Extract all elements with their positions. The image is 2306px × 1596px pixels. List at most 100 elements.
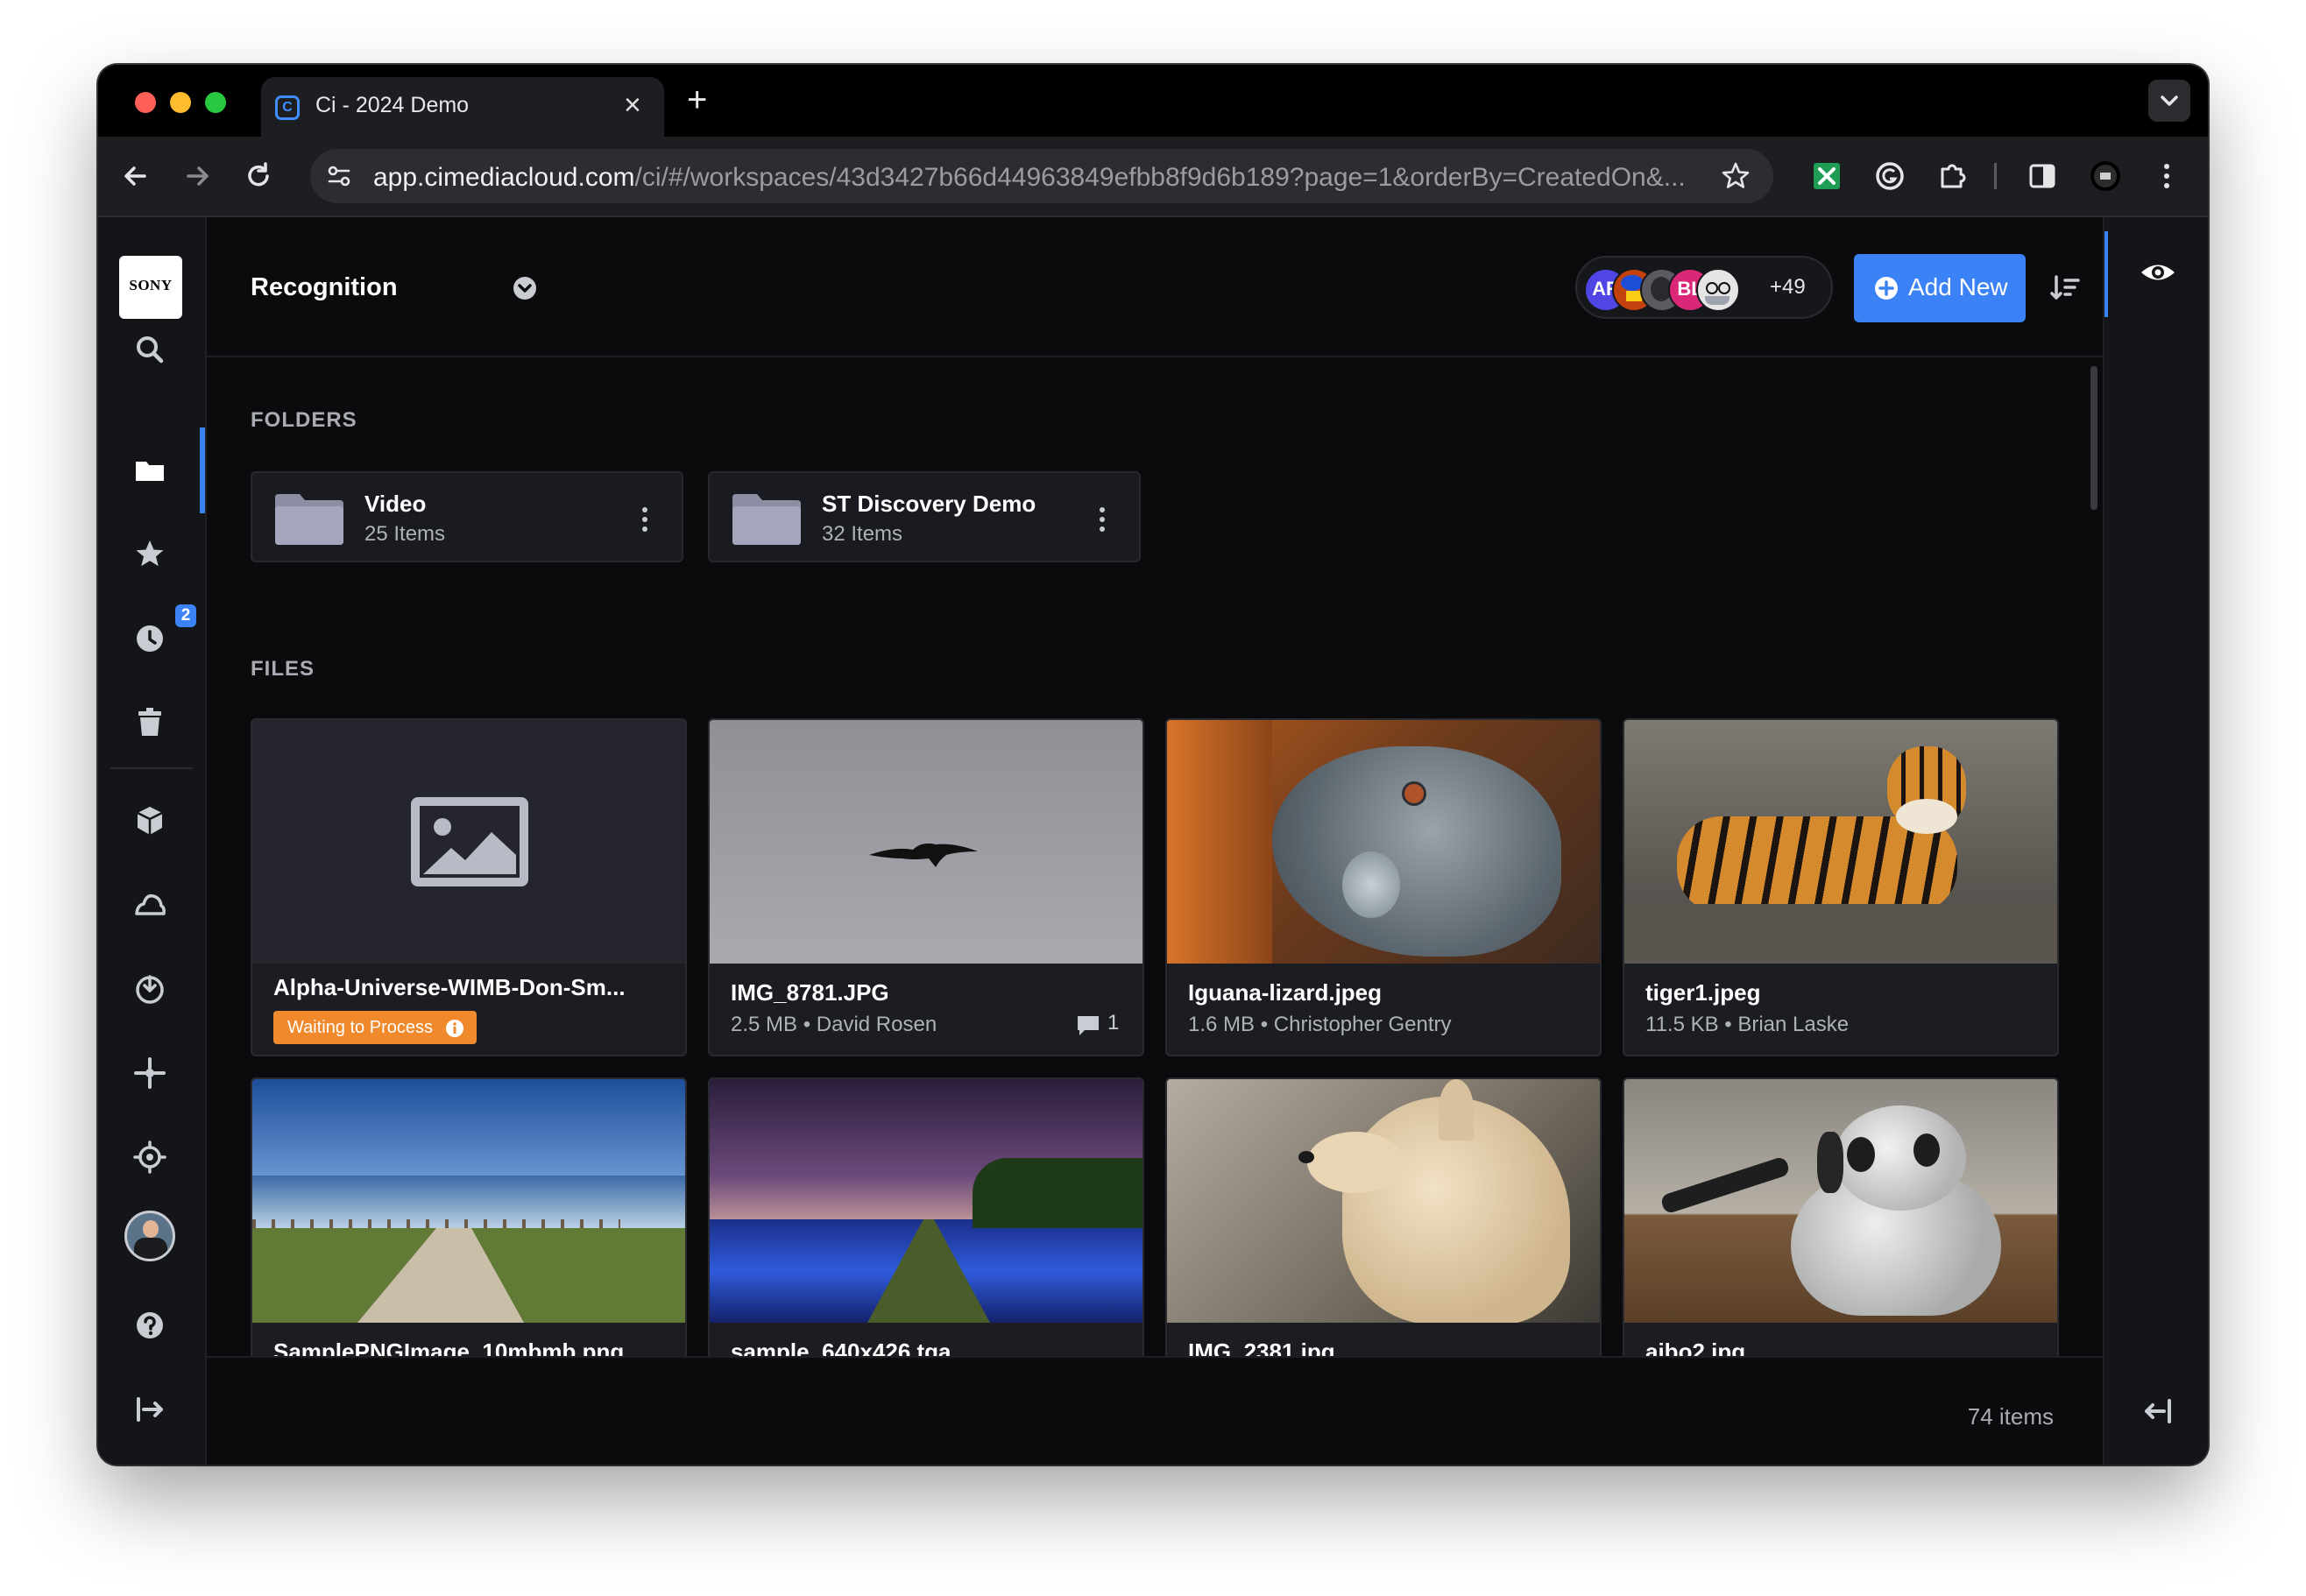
ci-favicon-icon: C (275, 95, 300, 120)
collapse-panel-icon[interactable] (2138, 1391, 2178, 1431)
eye-icon[interactable] (2138, 252, 2178, 293)
folders-heading: FOLDERS (251, 408, 357, 432)
item-count: 74 items (1967, 1403, 2054, 1430)
profile-avatar-icon[interactable] (2085, 156, 2126, 196)
address-bar[interactable]: app.cimediacloud.com/ci/#/workspaces/43d… (310, 149, 1773, 203)
file-name: tiger1.jpeg (1645, 979, 1761, 1006)
avatar-beard (1705, 296, 1730, 305)
browser-window: C Ci - 2024 Demo × + app.cimediacloud.co… (98, 65, 2208, 1465)
chevron-down-icon (2161, 95, 2178, 106)
site-settings-icon[interactable] (324, 161, 354, 191)
new-tab-icon[interactable]: + (687, 81, 707, 119)
avatar-suit (134, 1238, 167, 1259)
file-card[interactable]: Alpha-Universe-WIMB-Don-Sm... Waiting to… (251, 718, 687, 1056)
help-icon[interactable] (130, 1305, 170, 1345)
sort-icon[interactable] (2045, 268, 2085, 308)
forward-arrow-icon[interactable] (177, 156, 217, 196)
url-host: app.cimediacloud.com (373, 163, 635, 192)
aibo-eye (1913, 1133, 1940, 1167)
tiger-muzzle (1896, 799, 1957, 834)
file-name: IMG_8781.JPG (731, 979, 889, 1006)
file-name: Iguana-lizard.jpeg (1188, 979, 1383, 1006)
file-thumbnail (252, 720, 685, 964)
tiger-rock (1624, 904, 2057, 964)
aibo-ear (1817, 1132, 1843, 1193)
active-nav-indicator (200, 427, 205, 513)
status-badge: Waiting to Process (273, 1011, 477, 1044)
logo-text: SONY (129, 277, 173, 293)
reload-icon[interactable] (238, 156, 279, 196)
logout-icon[interactable] (130, 1389, 170, 1430)
download-circle-icon[interactable] (130, 969, 170, 1009)
aibo-eye (1847, 1137, 1875, 1172)
file-thumbnail (1167, 720, 1600, 964)
tab-title: Ci - 2024 Demo (315, 93, 470, 117)
clock-icon[interactable] (130, 618, 170, 659)
comment-icon[interactable] (1076, 1014, 1100, 1037)
workspace-footer: 74 items (207, 1356, 2103, 1465)
folder-item-count: 32 Items (822, 522, 903, 546)
back-arrow-icon[interactable] (116, 156, 156, 196)
url-text[interactable]: app.cimediacloud.com/ci/#/workspaces/43d… (373, 163, 1686, 193)
user-avatar[interactable] (124, 1211, 175, 1261)
rail-divider (110, 767, 193, 769)
workspace-dropdown-icon[interactable] (512, 275, 538, 301)
excel-extension-icon[interactable] (1807, 156, 1847, 196)
info-icon (446, 1020, 463, 1037)
star-icon[interactable] (130, 534, 170, 575)
close-window-button[interactable] (135, 92, 156, 113)
cloud-icon[interactable] (130, 885, 170, 925)
cube-icon[interactable] (130, 801, 170, 841)
folder-card[interactable]: ST Discovery Demo 32 Items (708, 471, 1141, 562)
trash-icon[interactable] (130, 703, 170, 743)
browser-menu-icon[interactable] (2147, 156, 2187, 196)
workspace-members[interactable]: AR BL +49 (1575, 256, 1833, 319)
extensions-puzzle-icon[interactable] (1933, 156, 1973, 196)
file-thumbnail (710, 720, 1142, 964)
folder-icon[interactable] (130, 450, 170, 491)
folder-item-count: 25 Items (364, 522, 446, 546)
folder-card[interactable]: Video 25 Items (251, 471, 683, 562)
integrations-icon[interactable] (130, 1053, 170, 1093)
file-meta: 2.5 MB • David Rosen (731, 1013, 937, 1036)
content-scrollbar[interactable] (2090, 366, 2097, 510)
folder-icon (275, 494, 343, 545)
lake-path (357, 1228, 524, 1323)
bird-silhouette (869, 843, 978, 867)
file-meta: 1.6 MB • Christopher Gentry (1188, 1013, 1452, 1036)
browser-tab[interactable]: C Ci - 2024 Demo × (261, 77, 664, 137)
add-new-button[interactable]: Add New (1854, 254, 2026, 322)
avatar-glasses-right (1718, 282, 1730, 294)
side-panel-icon[interactable] (2022, 156, 2062, 196)
workspace-title[interactable]: Recognition (251, 273, 398, 302)
iguana-scale (1342, 851, 1400, 918)
dog-ear (1439, 1079, 1474, 1141)
iguana-eye (1402, 781, 1426, 806)
file-thumbnail (252, 1079, 685, 1323)
file-card[interactable]: tiger1.jpeg 11.5 KB • Brian Laske (1623, 718, 2059, 1056)
search-icon[interactable] (130, 329, 170, 370)
folder-icon (732, 494, 801, 545)
minimize-window-button[interactable] (170, 92, 191, 113)
file-thumbnail (710, 1079, 1142, 1323)
workspace-header: Recognition AR BL +49 Add New (207, 217, 2103, 357)
folder-menu-icon[interactable] (1093, 505, 1111, 534)
tree-line (973, 1158, 1142, 1228)
close-tab-icon[interactable]: × (624, 88, 641, 123)
maximize-window-button[interactable] (205, 92, 226, 113)
file-card[interactable]: Iguana-lizard.jpeg 1.6 MB • Christopher … (1165, 718, 1602, 1056)
grammarly-extension-icon[interactable] (1870, 156, 1910, 196)
bookmark-star-icon[interactable] (1721, 161, 1751, 191)
target-settings-icon[interactable] (130, 1137, 170, 1177)
dog-snout (1307, 1132, 1404, 1193)
browser-toolbar: app.cimediacloud.com/ci/#/workspaces/43d… (98, 137, 2208, 217)
file-meta: 11.5 KB • Brian Laske (1645, 1013, 1850, 1036)
sony-logo[interactable]: SONY (119, 256, 182, 319)
folder-menu-icon[interactable] (636, 505, 654, 534)
avatar-face (143, 1220, 159, 1238)
dog-nose (1298, 1151, 1314, 1163)
iguana-crest (1167, 720, 1272, 964)
tab-search-button[interactable] (2148, 80, 2190, 122)
field-path (867, 1219, 990, 1323)
file-card[interactable]: IMG_8781.JPG 2.5 MB • David Rosen 1 (708, 718, 1144, 1056)
